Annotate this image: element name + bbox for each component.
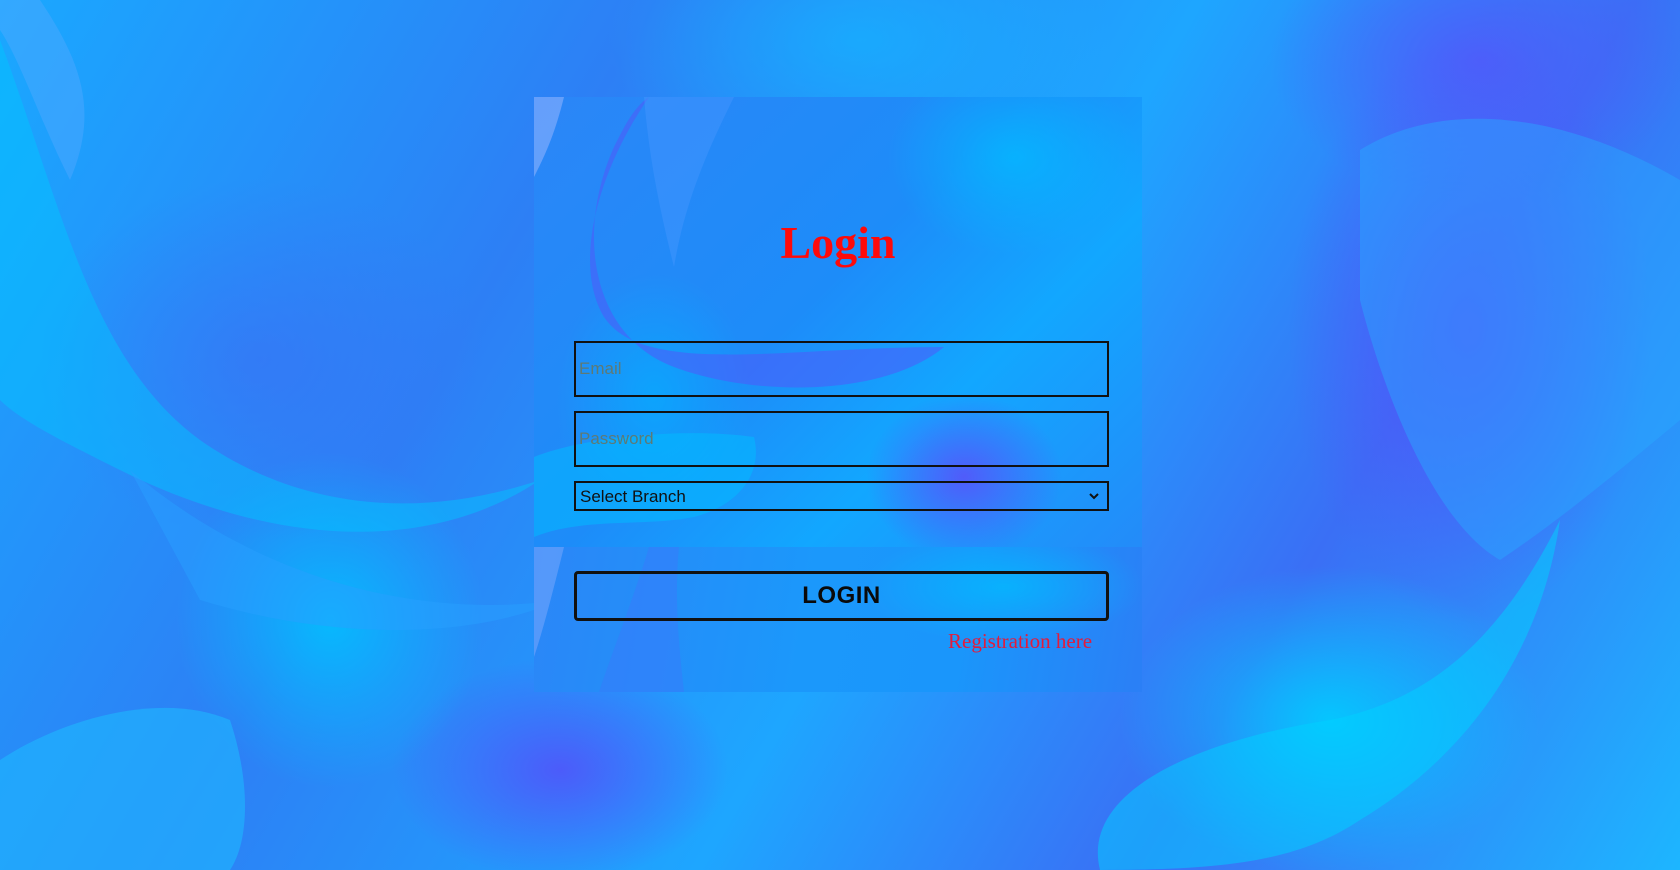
email-input[interactable] bbox=[574, 341, 1109, 397]
password-input[interactable] bbox=[574, 411, 1109, 467]
branch-select[interactable]: Select Branch bbox=[574, 481, 1109, 511]
login-card: Login Select Branch LOGIN Registration h… bbox=[534, 97, 1142, 692]
registration-link[interactable]: Registration here bbox=[948, 629, 1092, 654]
login-button[interactable]: LOGIN bbox=[574, 571, 1109, 621]
login-title: Login bbox=[780, 217, 896, 268]
